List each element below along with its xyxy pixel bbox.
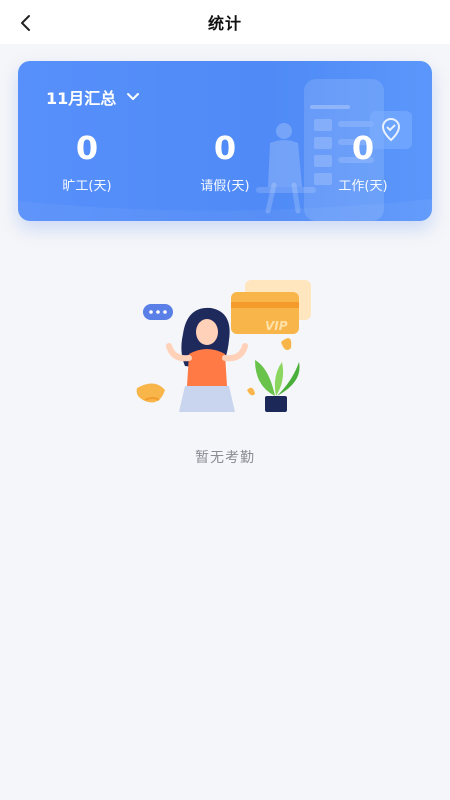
page-title: 统计 xyxy=(207,14,242,33)
stat-work-value: 0 xyxy=(351,129,375,167)
stat-work: 0 工作(天) xyxy=(303,129,423,194)
stat-absent: 0 旷工(天) xyxy=(27,129,147,194)
month-selector[interactable]: 11月汇总 xyxy=(46,85,140,109)
stat-leave-label: 请假(天) xyxy=(200,179,250,194)
chevron-down-icon xyxy=(126,92,140,102)
summary-card: 11月汇总 0 旷工(天) 0 请假(天) 0 工作(天) xyxy=(18,61,432,221)
chevron-left-icon xyxy=(21,15,30,31)
vip-text: VIP xyxy=(265,319,288,333)
stat-absent-value: 0 xyxy=(75,129,99,167)
empty-state-illustration: VIP xyxy=(136,280,311,412)
stat-work-label: 工作(天) xyxy=(338,179,388,194)
stat-absent-label: 旷工(天) xyxy=(62,179,112,194)
stat-leave-value: 0 xyxy=(213,129,237,167)
empty-state-text: 暂无考勤 xyxy=(195,450,255,466)
stat-leave: 0 请假(天) xyxy=(165,129,285,194)
month-label: 11月汇总 xyxy=(46,89,117,108)
top-nav-bar: 统计 xyxy=(0,0,450,44)
back-button[interactable] xyxy=(12,10,38,36)
